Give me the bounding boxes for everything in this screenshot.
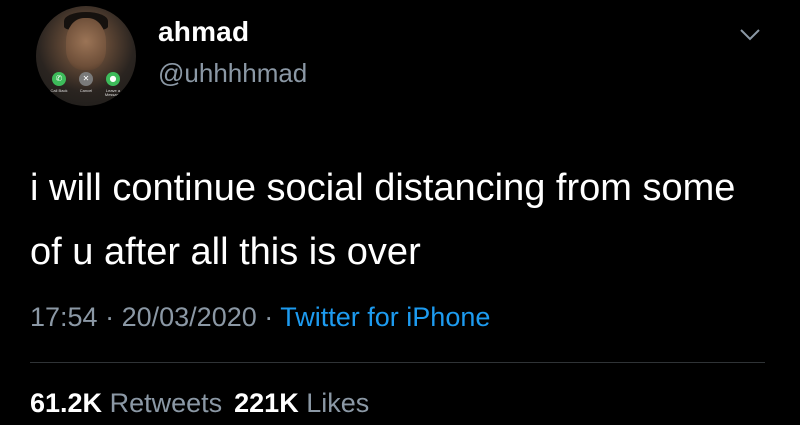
likes-label: Likes — [306, 388, 370, 418]
likes-stat[interactable]: 221K Likes — [234, 388, 369, 418]
display-name[interactable]: ahmad — [158, 16, 249, 48]
tweet-text: i will continue social distancing from s… — [30, 167, 736, 273]
cancel-label: Cancel — [79, 88, 93, 93]
chevron-down-icon[interactable] — [738, 24, 762, 44]
tweet-card: ✆ ✕ ● Call Back Cancel Leave a Message a… — [0, 0, 800, 425]
divider — [30, 362, 765, 363]
close-icon: ✕ — [79, 72, 93, 86]
tweet-meta: 17:54 · 20/03/2020 · Twitter for iPhone — [30, 302, 490, 333]
retweets-label: Retweets — [109, 388, 223, 418]
tweet-time[interactable]: 17:54 — [30, 302, 98, 332]
phone-icon: ✆ — [52, 72, 66, 86]
avatar-face — [66, 18, 106, 70]
tweet-date[interactable]: 20/03/2020 — [122, 302, 257, 332]
user-handle[interactable]: @uhhhhmad — [158, 58, 307, 89]
likes-count: 221K — [234, 388, 299, 418]
tweet-source-link[interactable]: Twitter for iPhone — [280, 302, 490, 332]
message-label: Leave a Message — [104, 88, 122, 97]
meta-separator: · — [105, 302, 115, 332]
message-icon: ● — [106, 72, 120, 86]
meta-separator: · — [264, 302, 274, 332]
tweet-stats: 61.2K Retweets 221K Likes — [30, 388, 369, 419]
retweets-stat[interactable]: 61.2K Retweets — [30, 388, 222, 418]
call-back-label: Call Back — [50, 88, 68, 93]
retweets-count: 61.2K — [30, 388, 103, 418]
avatar[interactable]: ✆ ✕ ● Call Back Cancel Leave a Message — [36, 6, 136, 106]
